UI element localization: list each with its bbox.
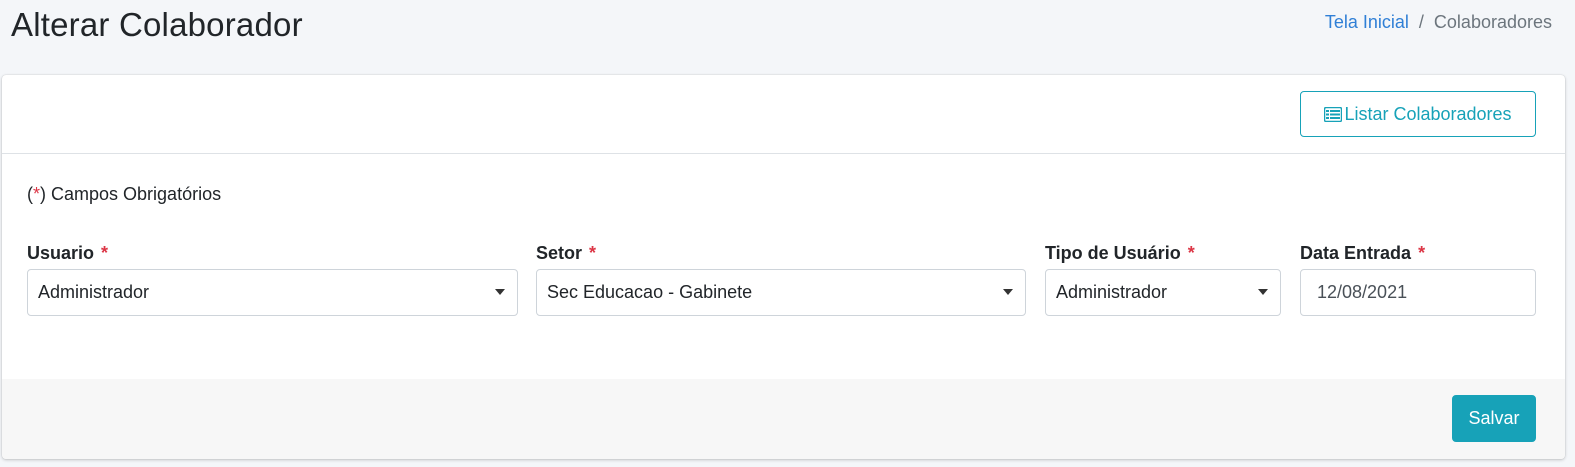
setor-field: Setor * Sec Educacao - Gabinete: [536, 243, 1026, 316]
usuario-value: Administrador: [38, 282, 150, 302]
breadcrumb-separator: /: [1418, 12, 1424, 32]
tipo-usuario-value: Administrador: [1056, 282, 1168, 302]
chevron-down-icon: [495, 289, 505, 295]
setor-select[interactable]: Sec Educacao - Gabinete: [536, 269, 1026, 316]
list-collaborators-label: Listar Colaboradores: [1344, 103, 1512, 124]
card-footer: Salvar: [2, 379, 1565, 459]
form-card: Listar Colaboradores (*) Campos Obrigató…: [2, 75, 1565, 459]
usuario-label: Usuario *: [27, 243, 109, 263]
data-entrada-label: Data Entrada *: [1300, 243, 1426, 263]
required-fields-note: (*) Campos Obrigatórios: [27, 184, 222, 204]
usuario-field: Usuario * Administrador: [27, 243, 518, 316]
setor-value: Sec Educacao - Gabinete: [547, 282, 753, 302]
data-entrada-input[interactable]: [1300, 269, 1536, 316]
tipo-usuario-field: Tipo de Usuário * Administrador: [1045, 243, 1281, 316]
page-title: Alterar Colaborador: [11, 6, 303, 43]
setor-label: Setor *: [536, 243, 597, 263]
breadcrumb-home-link[interactable]: Tela Inicial: [1325, 12, 1409, 33]
card-header: Listar Colaboradores: [2, 75, 1565, 154]
usuario-select[interactable]: Administrador: [27, 269, 518, 316]
chevron-down-icon: [1003, 289, 1013, 295]
save-button[interactable]: Salvar: [1452, 395, 1536, 442]
card-body: (*) Campos Obrigatórios Usuario * Admini…: [2, 154, 1565, 379]
breadcrumb-current: Colaboradores: [1433, 12, 1552, 32]
breadcrumb: Tela Inicial / Colaboradores: [1325, 12, 1552, 33]
tipo-usuario-label: Tipo de Usuário *: [1045, 243, 1195, 263]
tipo-usuario-select[interactable]: Administrador: [1045, 269, 1281, 316]
data-entrada-field: Data Entrada *: [1300, 243, 1536, 316]
list-collaborators-button[interactable]: Listar Colaboradores: [1300, 91, 1536, 137]
list-icon: [1324, 106, 1343, 122]
chevron-down-icon: [1258, 289, 1268, 295]
